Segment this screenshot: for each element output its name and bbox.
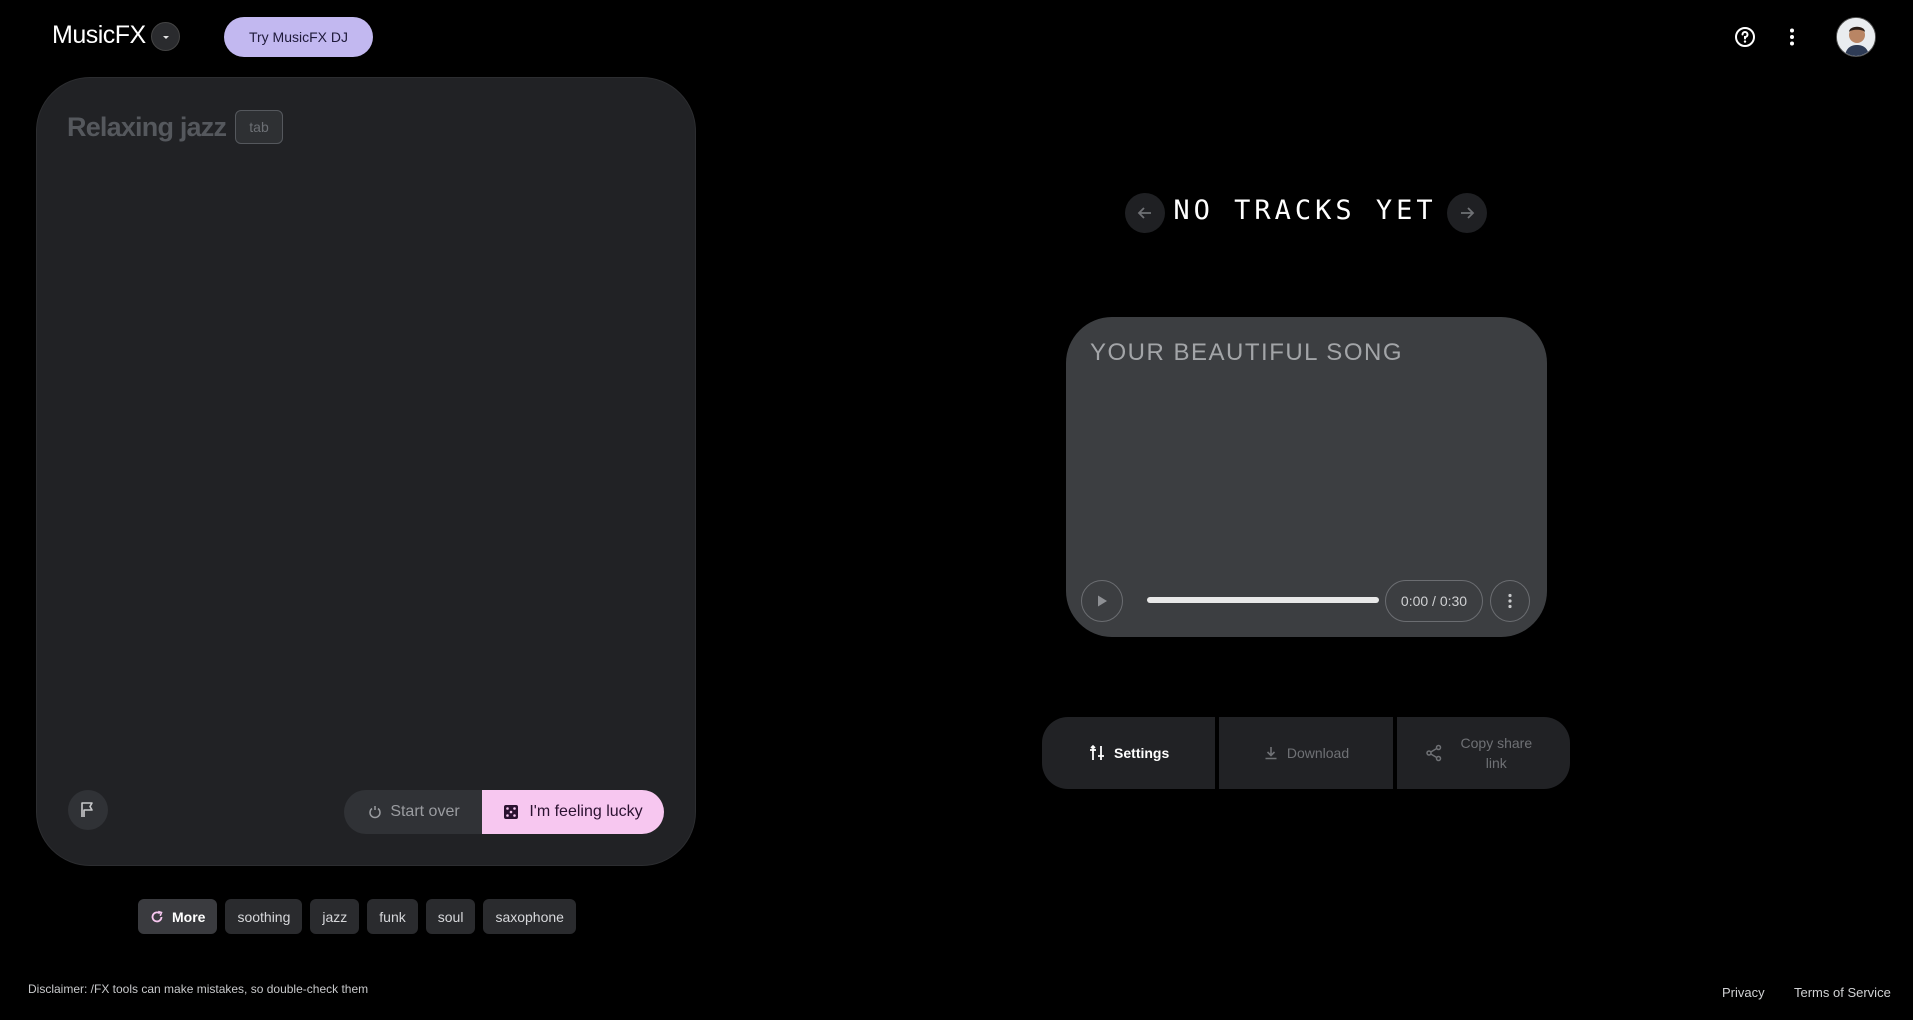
tracks-title: NO TRACKS YET <box>1173 195 1437 226</box>
chip-jazz[interactable]: jazz <box>310 899 360 934</box>
song-options-button[interactable] <box>1490 580 1530 622</box>
help-icon <box>1735 27 1755 47</box>
dice-icon <box>504 805 519 819</box>
time-display: 0:00 / 0:30 <box>1385 580 1483 622</box>
report-button[interactable] <box>68 790 108 830</box>
avatar[interactable] <box>1836 17 1876 57</box>
reset-icon <box>369 806 382 819</box>
terms-of-service-link[interactable]: Terms of Service <box>1794 985 1891 1000</box>
chevron-down-icon <box>162 35 169 39</box>
play-button[interactable] <box>1081 580 1123 622</box>
share-icon <box>1426 744 1442 762</box>
help-button[interactable] <box>1731 23 1759 51</box>
arrow-left-icon <box>1137 207 1151 219</box>
app-logo[interactable]: MusicFX <box>52 21 146 50</box>
more-chips-label: More <box>172 908 206 925</box>
start-over-label: Start over <box>390 803 460 820</box>
more-vert-icon <box>1508 593 1512 609</box>
arrow-right-icon <box>1461 207 1475 219</box>
settings-button[interactable]: Settings <box>1042 717 1216 789</box>
refresh-icon <box>151 910 163 922</box>
chip-soothing[interactable]: soothing <box>225 899 303 934</box>
next-track-button[interactable] <box>1447 193 1487 233</box>
copy-share-link-label: Copy share link <box>1460 735 1533 771</box>
previous-track-button[interactable] <box>1125 193 1165 233</box>
tab-hint-badge: tab <box>235 110 283 144</box>
app-switcher-button[interactable] <box>151 22 180 51</box>
feeling-lucky-label: I'm feeling lucky <box>529 803 643 820</box>
play-icon <box>1098 595 1107 607</box>
chip-saxophone[interactable]: saxophone <box>483 899 576 934</box>
tune-icon <box>1090 744 1105 760</box>
user-avatar-icon <box>1837 18 1875 56</box>
chip-soul[interactable]: soul <box>425 899 476 934</box>
track-actions: Settings Download Copy share link <box>1042 717 1570 789</box>
prompt-panel[interactable] <box>36 77 696 866</box>
settings-label: Settings <box>1114 745 1170 761</box>
progress-bar[interactable] <box>1147 597 1379 603</box>
download-icon <box>1265 747 1277 760</box>
chip-funk[interactable]: funk <box>367 899 418 934</box>
download-label: Download <box>1286 745 1350 761</box>
feeling-lucky-button[interactable]: I'm feeling lucky <box>482 790 664 834</box>
flag-icon <box>81 802 93 817</box>
more-options-button[interactable] <box>1778 23 1806 51</box>
start-over-button[interactable]: Start over <box>344 790 484 834</box>
try-musicfx-dj-button[interactable]: Try MusicFX DJ <box>224 17 373 57</box>
prompt-placeholder[interactable]: Relaxing jazz <box>67 112 227 143</box>
copy-share-link-button[interactable]: Copy share link <box>1396 717 1570 789</box>
song-title: YOUR BEAUTIFUL SONG <box>1090 339 1403 366</box>
disclaimer-text: Disclaimer: /FX tools can make mistakes,… <box>28 982 369 996</box>
more-chips-button[interactable]: More <box>138 899 218 934</box>
suggestion-chips: More soothing jazz funk soul saxophone <box>138 899 576 934</box>
privacy-link[interactable]: Privacy <box>1722 985 1765 1000</box>
more-vert-icon <box>1790 28 1794 46</box>
download-button[interactable]: Download <box>1219 717 1393 789</box>
